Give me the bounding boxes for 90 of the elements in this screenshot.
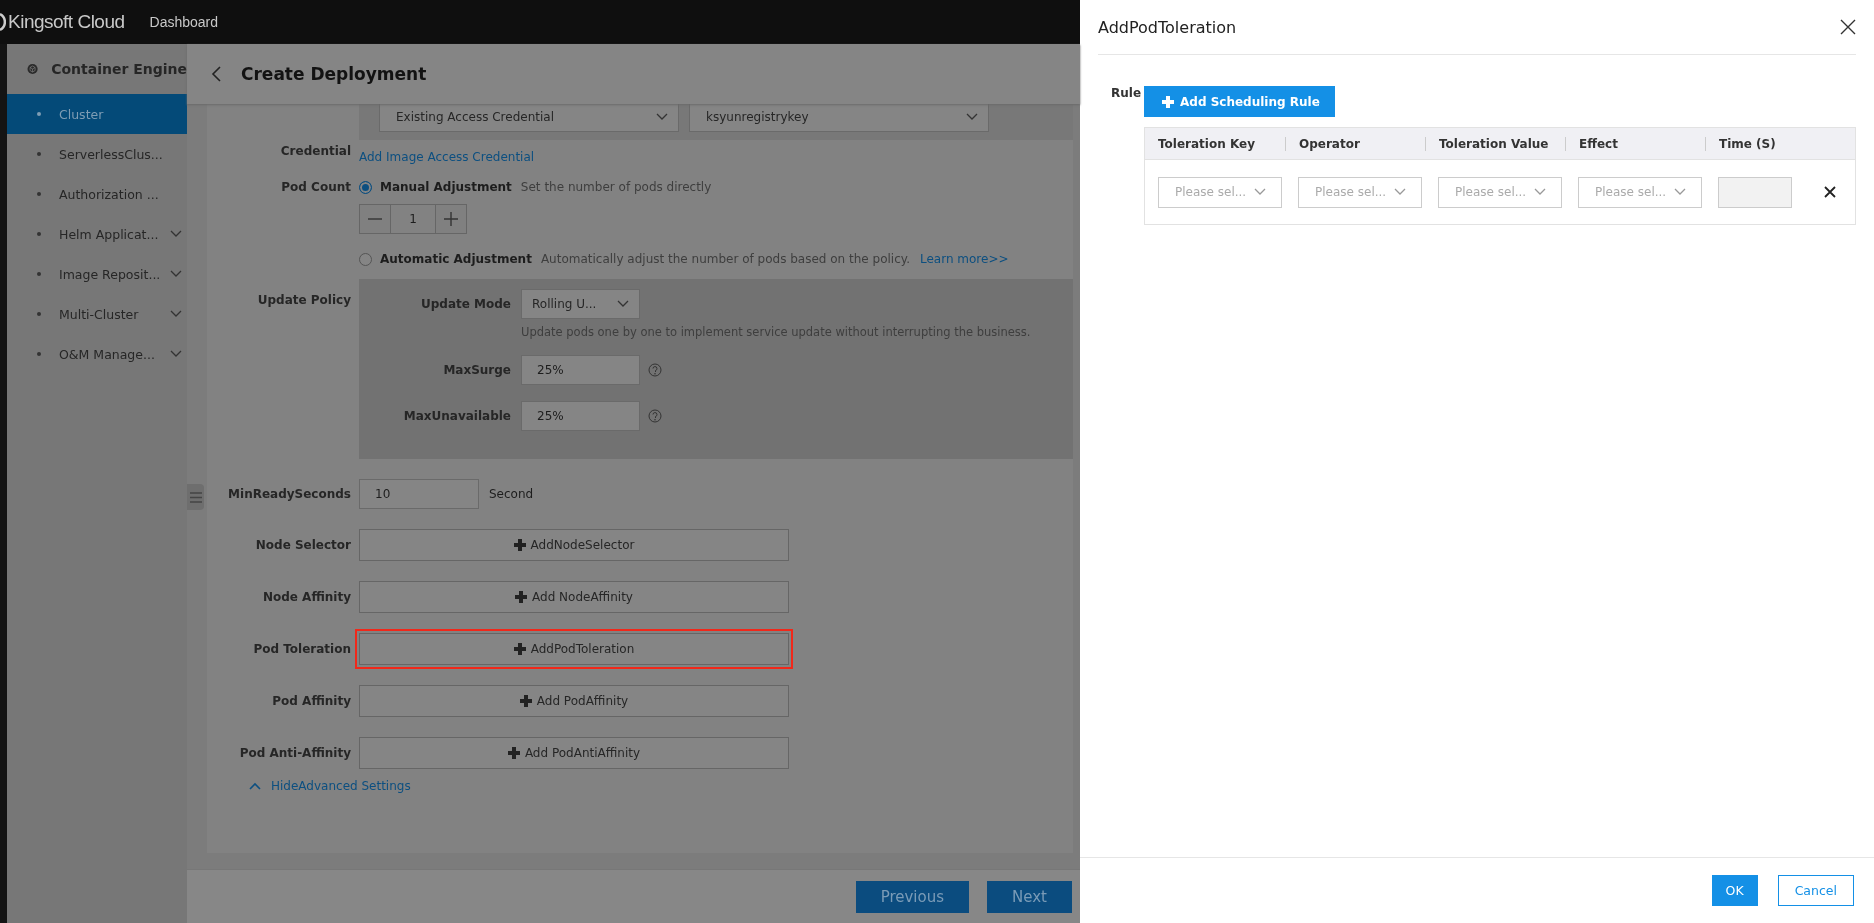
chevron-down-icon xyxy=(1254,188,1266,196)
close-icon xyxy=(1824,186,1836,198)
field-label: Node Affinity xyxy=(262,590,351,604)
add-button[interactable]: AddNodeSelector xyxy=(359,529,789,561)
option-hint: Set the number of pods directly xyxy=(520,180,712,194)
field-label: Credential xyxy=(280,144,351,158)
field-label: Pod Count xyxy=(281,180,351,194)
radio-button[interactable] xyxy=(359,252,372,266)
sidebar-item[interactable]: O&M Manage... xyxy=(7,334,187,374)
option-label: Manual Adjustment xyxy=(380,180,512,194)
collapse-handle[interactable] xyxy=(187,484,204,510)
field-label: MaxUnavailable xyxy=(403,409,511,423)
chevron-down-icon xyxy=(170,310,182,318)
logo-icon xyxy=(0,12,6,32)
logo-text: Kingsoft Cloud xyxy=(8,11,125,33)
chevron-down-icon xyxy=(966,113,978,121)
option-hint: Automatically adjust the number of pods based on the policy. xyxy=(540,252,910,266)
help-icon xyxy=(648,409,662,423)
field-label: MinReadySeconds xyxy=(228,487,351,501)
plus-icon xyxy=(1162,95,1174,108)
drawer-title: AddPodToleration xyxy=(1098,17,1237,37)
field-label: Update Policy xyxy=(257,293,351,307)
add-button[interactable]: Add PodAntiAffinity xyxy=(359,737,789,769)
sidebar-item[interactable]: Cluster xyxy=(7,94,187,134)
close-button[interactable] xyxy=(1840,19,1856,35)
column-header: Toleration Value xyxy=(1439,136,1549,151)
plus-icon xyxy=(513,643,526,655)
credential-select[interactable]: Existing Access Credential xyxy=(379,104,679,132)
minus-icon xyxy=(368,218,382,220)
chevron-down-icon xyxy=(170,350,182,358)
add-button[interactable]: AddPodToleration xyxy=(359,633,789,665)
field-label: Pod Anti-Affinity xyxy=(239,746,351,760)
credential-select[interactable]: ksyunregistrykey xyxy=(689,104,989,132)
help-icon xyxy=(648,363,662,377)
sidebar-item[interactable]: ServerlessClus... xyxy=(7,134,187,174)
add-rule-button[interactable]: Add Scheduling Rule xyxy=(1144,86,1335,117)
plus-icon xyxy=(513,539,526,551)
field-label: Rule xyxy=(1111,86,1142,100)
nav-link[interactable]: Dashboard xyxy=(149,14,219,30)
chevron-down-icon xyxy=(617,300,629,308)
add-button[interactable]: Add PodAffinity xyxy=(359,685,789,717)
update-mode-select[interactable]: Rolling U... xyxy=(521,289,640,319)
select-field[interactable]: Please sel... xyxy=(1298,176,1422,208)
column-header: Toleration Key xyxy=(1158,136,1255,151)
cancel-button[interactable]: Cancel xyxy=(1777,875,1854,906)
hide-advanced-link[interactable]: HideAdvanced Settings xyxy=(249,779,411,793)
page-title: Create Deployment xyxy=(241,64,427,84)
chevron-down-icon xyxy=(1394,188,1406,196)
unit-label: Second xyxy=(489,487,534,501)
add-button[interactable]: Add NodeAffinity xyxy=(359,581,789,613)
field-label: Pod Toleration xyxy=(253,642,351,656)
field-label: MaxSurge xyxy=(443,363,511,377)
close-icon xyxy=(1840,19,1856,35)
select-field[interactable]: Please sel... xyxy=(1578,176,1702,208)
learn-more-link[interactable]: Learn more>> xyxy=(919,252,1009,266)
chevron-up-icon xyxy=(249,782,261,790)
sidebar-item[interactable]: Helm Applicat... xyxy=(7,214,187,254)
select-field[interactable]: Please sel... xyxy=(1438,176,1562,208)
plus-icon xyxy=(519,695,532,707)
field-label: Pod Affinity xyxy=(272,694,351,708)
sidebar-item[interactable]: Authorization ... xyxy=(7,174,187,214)
chevron-down-icon xyxy=(1674,188,1686,196)
text-input[interactable]: 25% xyxy=(521,355,640,385)
column-header: Time (S) xyxy=(1719,136,1776,151)
plus-icon xyxy=(444,212,458,226)
sidebar-item[interactable]: Image Reposit... xyxy=(7,254,187,294)
plus-icon xyxy=(515,591,528,603)
field-label: Update Mode xyxy=(421,297,511,311)
select-field[interactable]: Please sel... xyxy=(1158,176,1282,208)
text-input[interactable]: 10 xyxy=(359,479,479,509)
wizard-button[interactable]: Next xyxy=(987,880,1072,913)
radio-button[interactable] xyxy=(359,180,372,194)
chevron-down-icon xyxy=(1534,188,1546,196)
chevron-down-icon xyxy=(170,230,182,238)
delete-row-button[interactable] xyxy=(1824,186,1836,198)
menu-icon xyxy=(189,491,202,503)
chevron-down-icon xyxy=(170,270,182,278)
text-input[interactable]: 25% xyxy=(521,401,640,431)
column-header: Operator xyxy=(1299,136,1360,151)
column-header: Effect xyxy=(1579,136,1618,151)
add-credential-link[interactable]: Add Image Access Credential xyxy=(359,150,535,164)
option-label: Automatic Adjustment xyxy=(380,252,532,266)
back-icon xyxy=(211,66,221,82)
chevron-down-icon xyxy=(656,113,668,121)
field-label: Node Selector xyxy=(255,538,351,552)
sidebar-title: Container Engine xyxy=(51,61,187,77)
plus-icon xyxy=(507,747,520,759)
wizard-button[interactable]: Previous xyxy=(855,880,970,913)
sidebar-item[interactable]: Multi-Cluster xyxy=(7,294,187,334)
ok-button[interactable]: OK xyxy=(1711,875,1758,906)
